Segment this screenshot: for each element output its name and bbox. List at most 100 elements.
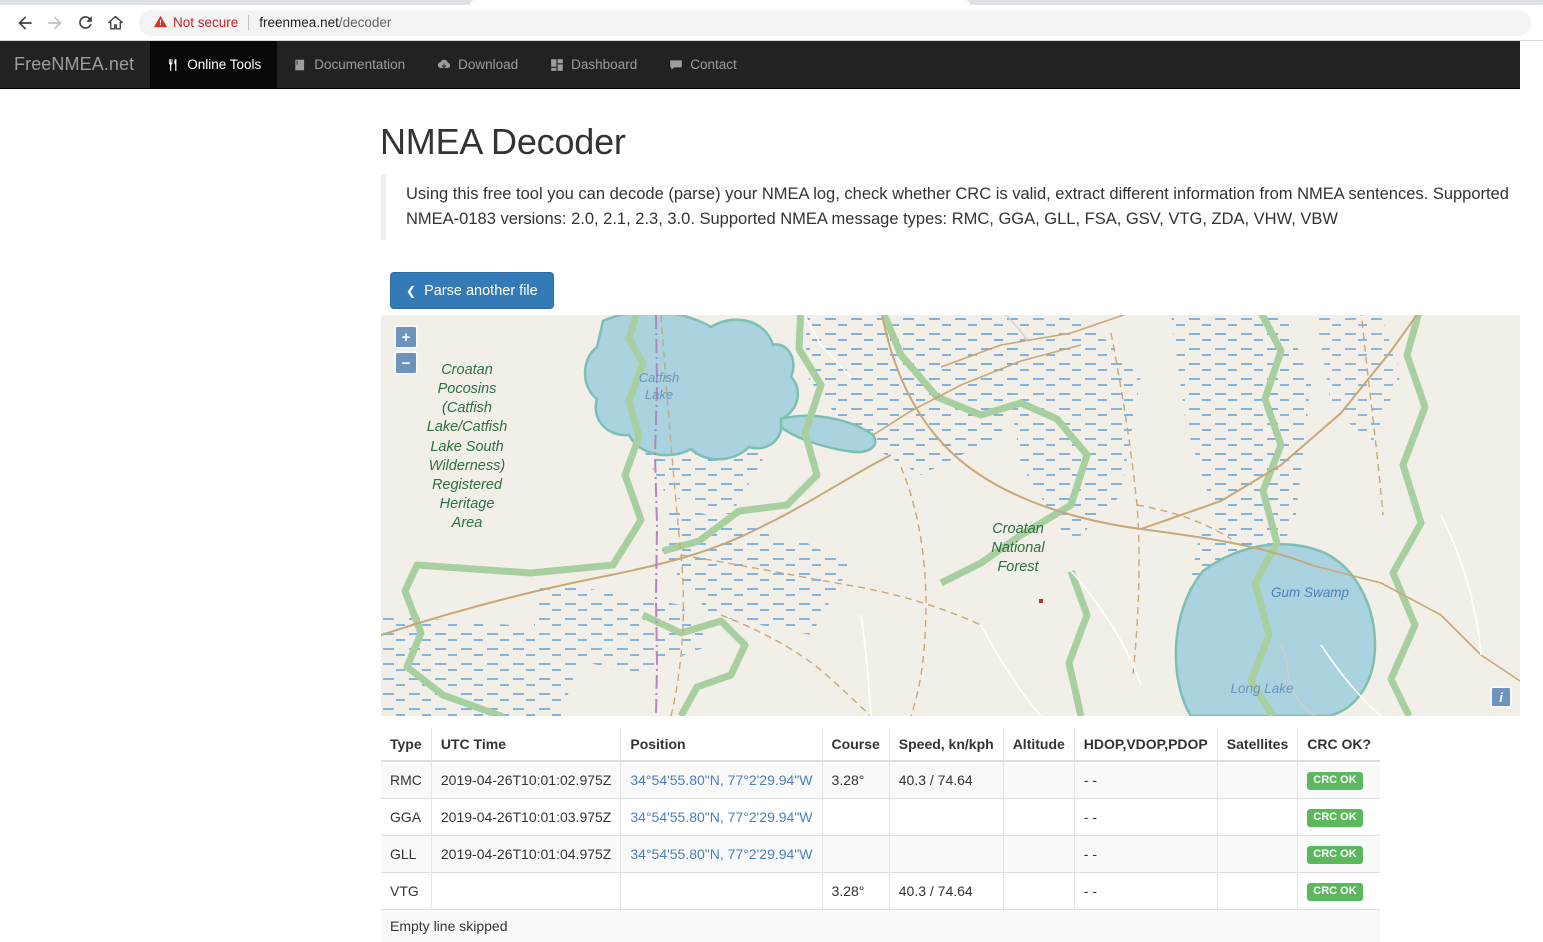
cell-position[interactable]: 34°54'55.80"N, 77°2'29.94"W (621, 761, 822, 799)
page-scrollbar[interactable] (1520, 41, 1543, 941)
reload-icon[interactable] (70, 8, 100, 38)
cell-altitude (1003, 799, 1074, 836)
cell-position[interactable]: 34°54'55.80"N, 77°2'29.94"W (621, 799, 822, 836)
col-header-satellites: Satellites (1217, 728, 1297, 761)
nav-item-download[interactable]: Download (421, 41, 534, 88)
map-zoom-in-button[interactable]: + (394, 325, 418, 349)
nmea-results-table: Type UTC Time Position Course Speed, kn/… (381, 728, 1380, 942)
nav-item-dashboard[interactable]: Dashboard (534, 41, 653, 88)
cell-position (621, 873, 822, 910)
cell-dop: - - (1074, 836, 1217, 873)
url-host: freenmea.net (259, 15, 339, 30)
parse-button-label: Parse another file (424, 283, 538, 299)
col-header-speed: Speed, kn/kph (889, 728, 1003, 761)
url-address-bar[interactable]: Not secure freenmea.net/decoder (139, 10, 1531, 36)
cell-dop: - - (1074, 873, 1217, 910)
status-badge-crc: CRC OK (1307, 883, 1362, 901)
grid-dashboard-icon (550, 58, 564, 72)
col-header-crc-ok: CRC OK? (1298, 728, 1380, 761)
cell-speed (889, 836, 1003, 873)
table-row: GGA 2019-04-26T10:01:03.975Z 34°54'55.80… (381, 799, 1380, 836)
cell-type: GGA (381, 799, 431, 836)
cell-utc-time: 2019-04-26T10:01:03.975Z (431, 799, 620, 836)
status-badge-crc: CRC OK (1307, 772, 1362, 790)
cell-altitude (1003, 761, 1074, 799)
brand-logo[interactable]: FreeNMEA.net (0, 41, 150, 88)
cell-satellites (1217, 761, 1297, 799)
back-arrow-icon[interactable] (10, 8, 40, 38)
nav-item-online-tools[interactable]: Online Tools (150, 41, 277, 88)
warning-triangle-icon (153, 14, 168, 32)
nav-label-documentation: Documentation (314, 57, 405, 72)
cell-dop: - - (1074, 799, 1217, 836)
nav-item-contact[interactable]: Contact (653, 41, 753, 88)
cell-position[interactable]: 34°54'55.80"N, 77°2'29.94"W (621, 836, 822, 873)
cell-crc: CRC OK (1298, 799, 1380, 836)
cell-satellites (1217, 873, 1297, 910)
col-header-dop: HDOP,VDOP,PDOP (1074, 728, 1217, 761)
site-navbar: FreeNMEA.net Online Tools Documentation … (0, 41, 1520, 89)
position-link[interactable]: 34°54'55.80"N, 77°2'29.94"W (630, 772, 812, 788)
position-link[interactable]: 34°54'55.80"N, 77°2'29.94"W (630, 809, 812, 825)
comment-icon (669, 58, 683, 72)
status-badge-crc: CRC OK (1307, 846, 1362, 864)
col-header-utc-time: UTC Time (431, 728, 620, 761)
empty-line-note: Empty line skipped (381, 910, 1380, 942)
browser-chrome: Not secure freenmea.net/decoder (0, 0, 1543, 41)
cell-crc: CRC OK (1298, 761, 1380, 799)
table-row: RMC 2019-04-26T10:01:02.975Z 34°54'55.80… (381, 761, 1380, 799)
cell-utc-time (431, 873, 620, 910)
nav-label-dashboard: Dashboard (571, 57, 637, 72)
security-status[interactable]: Not secure (153, 14, 238, 32)
omnibox-divider (248, 15, 249, 30)
map-zoom-out-button[interactable]: − (394, 351, 418, 375)
cell-satellites (1217, 799, 1297, 836)
position-link[interactable]: 34°54'55.80"N, 77°2'29.94"W (630, 846, 812, 862)
col-header-course: Course (822, 728, 889, 761)
map-tiles (381, 315, 1520, 716)
nav-label-contact: Contact (690, 57, 737, 72)
nav-item-documentation[interactable]: Documentation (277, 41, 421, 88)
cell-satellites (1217, 836, 1297, 873)
page-title: NMEA Decoder (380, 121, 626, 163)
intro-text: Using this free tool you can decode (par… (406, 182, 1521, 232)
parse-another-file-button[interactable]: ❮ Parse another file (390, 272, 554, 309)
cell-speed: 40.3 / 74.64 (889, 873, 1003, 910)
cell-course (822, 799, 889, 836)
table-header-row: Type UTC Time Position Course Speed, kn/… (381, 728, 1380, 761)
cell-speed: 40.3 / 74.64 (889, 761, 1003, 799)
map-viewport[interactable]: Croatan Pocosins (Catfish Lake/Catfish L… (381, 315, 1520, 716)
cell-altitude (1003, 836, 1074, 873)
nav-label-download: Download (458, 57, 518, 72)
not-secure-label: Not secure (173, 15, 238, 30)
cell-course: 3.28° (822, 761, 889, 799)
cell-type: RMC (381, 761, 431, 799)
cell-dop: - - (1074, 761, 1217, 799)
cell-speed (889, 799, 1003, 836)
table-row: GLL 2019-04-26T10:01:04.975Z 34°54'55.80… (381, 836, 1380, 873)
status-badge-crc: CRC OK (1307, 809, 1362, 827)
position-marker[interactable] (1039, 599, 1043, 603)
book-icon (293, 58, 307, 72)
page-content: NMEA Decoder Using this free tool you ca… (0, 89, 1520, 941)
cell-course: 3.28° (822, 873, 889, 910)
chevron-left-icon: ❮ (406, 285, 416, 297)
col-header-position: Position (621, 728, 822, 761)
map-attribution-info-button[interactable]: i (1490, 686, 1512, 708)
home-icon[interactable] (100, 8, 130, 38)
cell-utc-time: 2019-04-26T10:01:02.975Z (431, 761, 620, 799)
table-row: VTG 3.28° 40.3 / 74.64 - - CRC OK (381, 873, 1380, 910)
cell-course (822, 836, 889, 873)
forward-arrow-icon[interactable] (40, 8, 70, 38)
cloud-download-icon (437, 58, 451, 72)
col-header-altitude: Altitude (1003, 728, 1074, 761)
table-footer-row: Empty line skipped (381, 910, 1380, 942)
cell-crc: CRC OK (1298, 836, 1380, 873)
cell-utc-time: 2019-04-26T10:01:04.975Z (431, 836, 620, 873)
fork-knife-icon (166, 58, 180, 72)
cell-type: GLL (381, 836, 431, 873)
nav-label-online-tools: Online Tools (187, 57, 261, 72)
url-path: /decoder (339, 15, 392, 30)
cell-altitude (1003, 873, 1074, 910)
cell-crc: CRC OK (1298, 873, 1380, 910)
